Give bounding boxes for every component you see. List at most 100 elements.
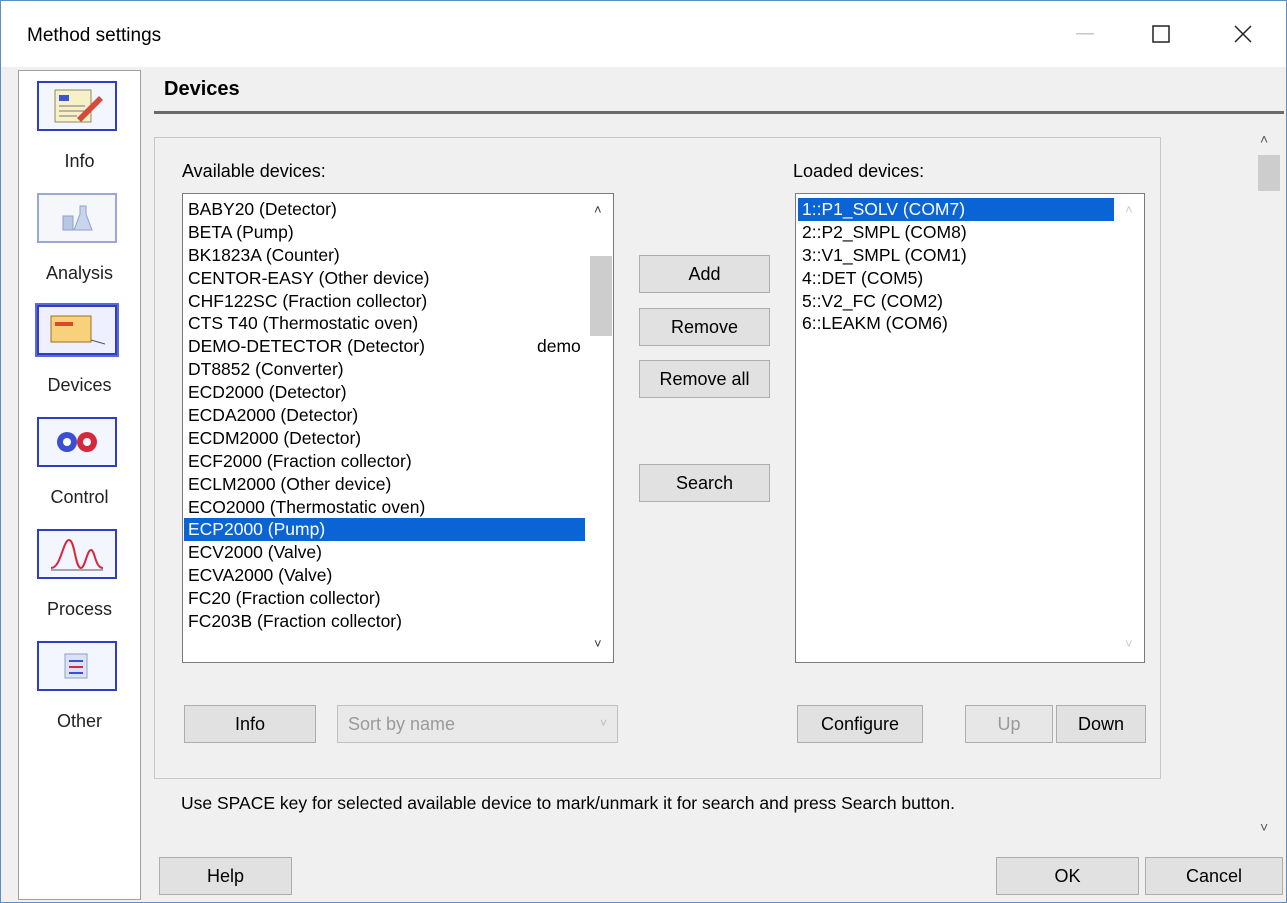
scroll-down-icon[interactable]: ˅ — [1125, 636, 1133, 651]
down-button[interactable]: Down — [1056, 705, 1146, 743]
list-item[interactable]: DT8852 (Converter) — [184, 358, 585, 381]
list-item-label: ECDM2000 (Detector) — [188, 427, 362, 448]
scroll-down-icon[interactable]: ˅ — [1260, 819, 1268, 835]
list-item[interactable]: 5::V2_FC (COM2) — [798, 290, 1114, 313]
list-item-label: CENTOR-EASY (Other device) — [188, 267, 430, 288]
list-item-label: CHF122SC (Fraction collector) — [188, 290, 428, 311]
maximize-icon — [1152, 25, 1170, 43]
remove-all-button[interactable]: Remove all — [639, 360, 770, 398]
sidebar-item-label: Devices — [47, 375, 112, 395]
list-item[interactable]: 2::P2_SMPL (COM8) — [798, 221, 1114, 244]
list-item[interactable]: BETA (Pump) — [184, 221, 585, 244]
list-item-label: ECF2000 (Fraction collector) — [188, 450, 412, 471]
sidebar-item-analysis[interactable]: Analysis — [19, 183, 140, 293]
hint-text: Use SPACE key for selected available dev… — [181, 793, 955, 813]
close-icon — [1234, 25, 1252, 43]
list-item[interactable]: ECO2000 (Thermostatic oven) — [184, 496, 585, 519]
list-item[interactable]: ECP2000 (Pump) — [184, 518, 585, 542]
list-item-label: ECLM2000 (Other device) — [188, 473, 392, 494]
window-title: Method settings — [27, 25, 162, 46]
list-item[interactable]: ECLM2000 (Other device) — [184, 473, 585, 496]
available-list-scrollbar[interactable]: ˄ ˅ — [586, 194, 613, 662]
sort-select[interactable]: Sort by name ˅ — [337, 705, 618, 743]
loaded-devices-list[interactable]: 1::P1_SOLV (COM7) 2::P2_SMPL (COM8) 3::V1_… — [795, 193, 1145, 663]
sort-select-value: Sort by name — [348, 713, 456, 734]
scroll-up-icon[interactable]: ˄ — [1125, 202, 1133, 217]
remove-button[interactable]: Remove — [639, 308, 770, 346]
list-item[interactable]: BK1823A (Counter) — [184, 244, 585, 267]
sidebar: Info Analysis Devices Control Process Ot… — [18, 70, 141, 900]
page-scroll-thumb[interactable] — [1258, 155, 1280, 191]
available-devices-list[interactable]: BABY20 (Detector) BETA (Pump) BK1823A (Cou… — [182, 193, 614, 663]
sidebar-item-devices[interactable]: Devices — [19, 295, 140, 405]
gears-icon — [37, 417, 117, 467]
list-item[interactable]: ECDA2000 (Detector) — [184, 404, 585, 427]
list-item-label: ECD2000 (Detector) — [188, 382, 347, 403]
device-icon — [35, 303, 119, 357]
list-item[interactable]: 4::DET (COM5) — [798, 267, 1114, 290]
list-item-label: 2::P2_SMPL (COM8) — [802, 221, 967, 242]
page-scrollbar[interactable]: ˄ ˅ — [1254, 123, 1284, 843]
sidebar-item-label: Other — [56, 711, 103, 731]
list-item[interactable]: FC20 (Fraction collector) — [184, 587, 585, 610]
list-item-label: ECP2000 (Pump) — [188, 519, 326, 540]
scroll-down-icon[interactable]: ˅ — [594, 636, 602, 651]
sidebar-item-label: Process — [46, 599, 113, 619]
minimize-icon — [1076, 33, 1094, 35]
help-button[interactable]: Help — [159, 857, 292, 895]
ok-button[interactable]: OK — [996, 857, 1139, 895]
list-item-label: 6::LEAKM (COM6) — [802, 313, 948, 334]
list-item[interactable]: ECF2000 (Fraction collector) — [184, 450, 585, 473]
scroll-up-icon[interactable]: ˄ — [1260, 131, 1268, 147]
list-item-label: 5::V2_FC (COM2) — [802, 290, 943, 311]
list-item[interactable]: CHF122SC (Fraction collector) — [184, 290, 585, 313]
cancel-button[interactable]: Cancel — [1145, 857, 1283, 895]
demo-mark: demo — [537, 336, 581, 357]
list-item-label: CTS T40 (Thermostatic oven) — [188, 313, 419, 334]
list-item-label: DEMO-DETECTOR (Detector) — [188, 336, 425, 357]
list-item[interactable]: 3::V1_SMPL (COM1) — [798, 244, 1114, 267]
list-item-label: 1::P1_SOLV (COM7) — [802, 199, 966, 219]
minimize-button[interactable] — [1053, 1, 1117, 67]
method-settings-window: Method settings Info Analysis Devices Co… — [0, 0, 1287, 903]
list-item[interactable]: ECVA2000 (Valve) — [184, 564, 585, 587]
list-item[interactable]: 1::P1_SOLV (COM7) — [798, 198, 1114, 221]
add-button[interactable]: Add — [639, 255, 770, 293]
list-item-label: ECV2000 (Valve) — [188, 542, 322, 563]
list-item[interactable]: ECD2000 (Detector) — [184, 381, 585, 404]
loaded-devices-label: Loaded devices: — [793, 161, 925, 181]
sidebar-item-process[interactable]: Process — [19, 519, 140, 629]
configure-button[interactable]: Configure — [797, 705, 923, 743]
page-title: Devices — [164, 78, 240, 100]
list-item-label: FC203B (Fraction collector) — [188, 611, 402, 632]
flask-icon — [37, 193, 117, 243]
list-item[interactable]: CTS T40 (Thermostatic oven) — [184, 312, 585, 335]
list-item[interactable]: ECDM2000 (Detector) — [184, 427, 585, 450]
list-item-label: ECO2000 (Thermostatic oven) — [188, 496, 426, 517]
sidebar-item-label: Control — [50, 487, 109, 507]
list-item[interactable]: 6::LEAKM (COM6) — [798, 312, 1114, 335]
available-list-scroll-thumb[interactable] — [590, 256, 612, 336]
info-button[interactable]: Info — [184, 705, 316, 743]
chromatogram-icon — [37, 529, 117, 579]
maximize-button[interactable] — [1129, 1, 1193, 67]
close-button[interactable] — [1211, 1, 1275, 67]
up-button[interactable]: Up — [965, 705, 1053, 743]
list-item[interactable]: DEMO-DETECTOR (Detector) demo — [184, 335, 585, 358]
sidebar-item-info[interactable]: Info — [19, 71, 140, 181]
sidebar-item-label: Info — [64, 151, 95, 171]
info-sheet-icon — [37, 81, 117, 131]
sidebar-item-control[interactable]: Control — [19, 407, 140, 517]
sidebar-item-other[interactable]: Other — [19, 631, 140, 741]
list-item-label: BETA (Pump) — [188, 221, 294, 242]
search-button[interactable]: Search — [639, 464, 770, 502]
scroll-up-icon[interactable]: ˄ — [594, 202, 602, 217]
list-item[interactable]: ECV2000 (Valve) — [184, 541, 585, 564]
loaded-list-scrollbar[interactable]: ˄ ˅ — [1117, 194, 1144, 662]
list-item[interactable]: FC203B (Fraction collector) — [184, 610, 585, 633]
list-item-label: ECVA2000 (Valve) — [188, 565, 333, 586]
list-item[interactable]: BABY20 (Detector) — [184, 198, 585, 221]
list-item[interactable]: CENTOR-EASY (Other device) — [184, 267, 585, 290]
list-item-label: BABY20 (Detector) — [188, 199, 337, 219]
list-item-label: FC20 (Fraction collector) — [188, 588, 381, 609]
